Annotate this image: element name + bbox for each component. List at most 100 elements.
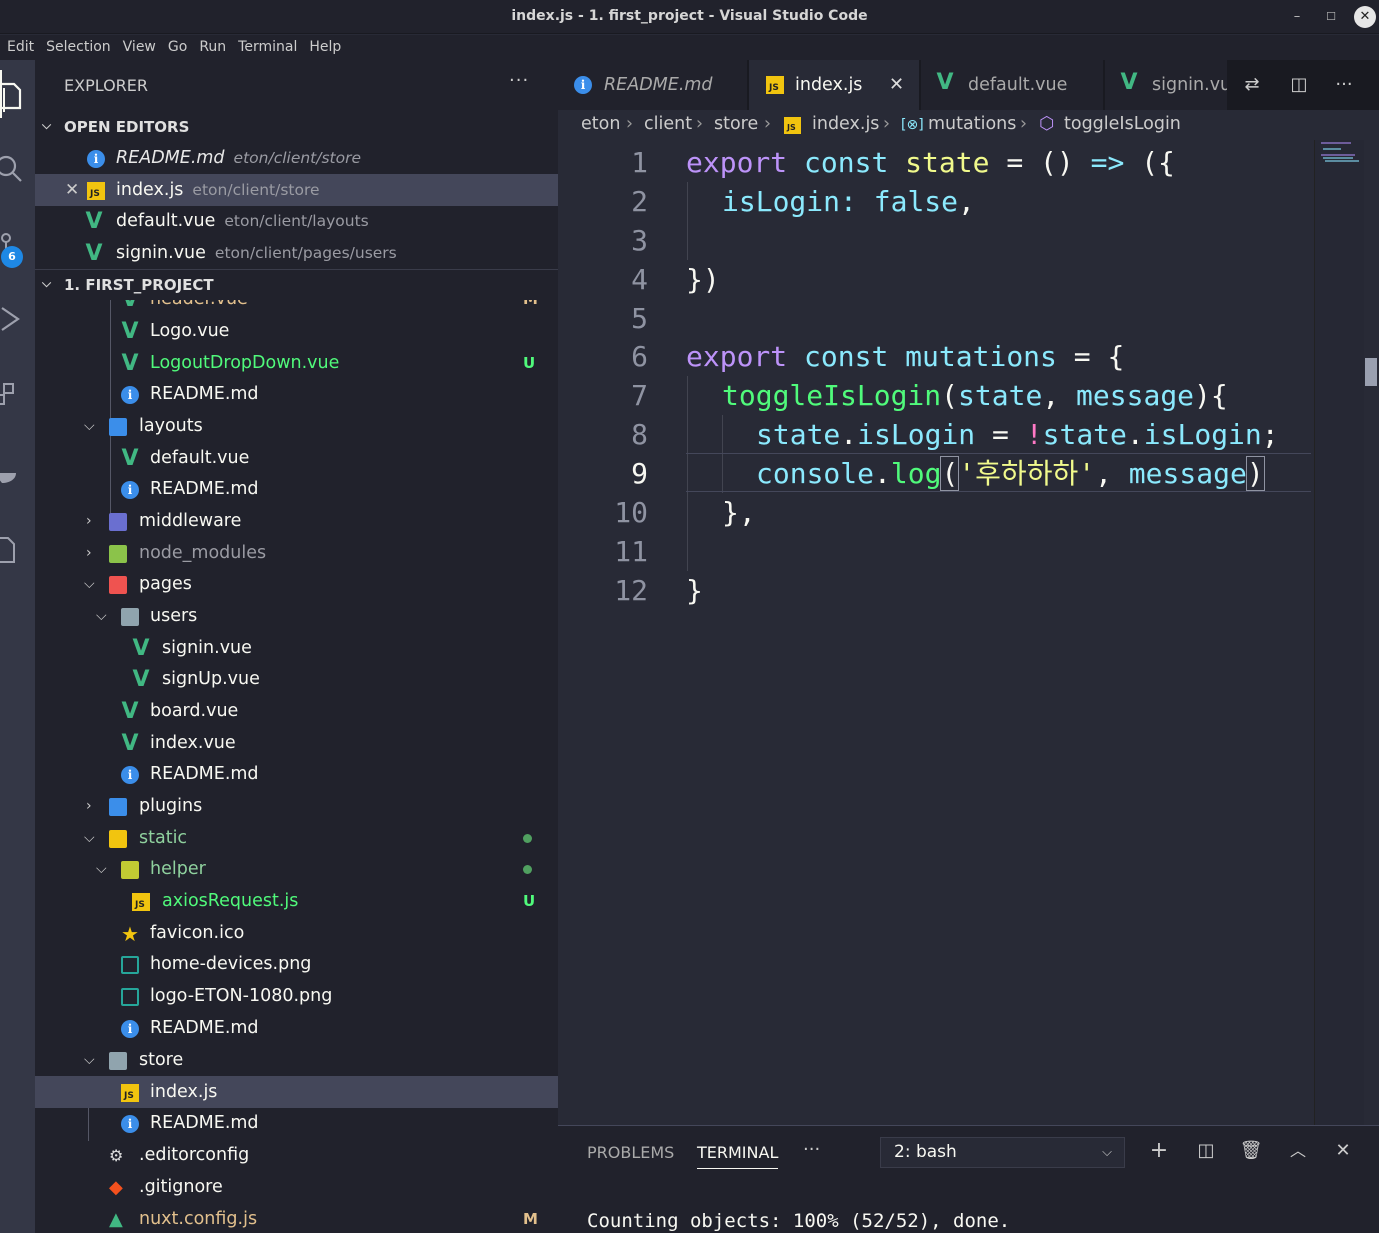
tree-item[interactable]: ▲ nuxt.config.js M (35, 1203, 558, 1233)
tree-item[interactable]: V header.vue M (35, 300, 558, 315)
tree-item[interactable]: V signin.vue (35, 632, 558, 664)
trash-icon[interactable]: 🗑 (1238, 1138, 1264, 1164)
tree-item[interactable]: ★ favicon.ico (35, 917, 558, 949)
menu-help[interactable]: Help (309, 35, 341, 60)
explorer-sidebar: EXPLORER ··· ⌵ OPEN EDITORS i README.md e… (35, 60, 558, 1233)
tree-item-label: .gitignore (139, 1177, 223, 1197)
close-window-button[interactable]: ✕ (1354, 6, 1376, 28)
tree-folder[interactable]: › node_modules (35, 537, 558, 569)
minimize-button[interactable]: – (1286, 6, 1308, 28)
tree-folder[interactable]: › plugins (35, 790, 558, 822)
breadcrumb-item[interactable]: index.js (812, 114, 879, 134)
code-editor[interactable]: 1 2 3 4 5 6 7 8 9 10 11 12 export const … (558, 140, 1379, 1125)
tab-signin-vue[interactable]: V signin.vu (1105, 60, 1228, 110)
split-editor-icon[interactable]: ◫ (1287, 73, 1311, 97)
tree-folder[interactable]: ⌵ helper (35, 853, 558, 885)
tree-item[interactable]: V signUp.vue (35, 663, 558, 695)
search-activity[interactable] (0, 142, 35, 192)
menu-run[interactable]: Run (199, 35, 226, 60)
activity-bar: 6 (0, 60, 35, 1233)
tree-item[interactable]: ◆ .gitignore (35, 1171, 558, 1203)
tree-item[interactable]: ⚙ .editorconfig (35, 1139, 558, 1171)
split-terminal-icon[interactable]: ◫ (1193, 1138, 1219, 1164)
tree-item[interactable]: JS axiosRequest.js U (35, 885, 558, 917)
terminal-select[interactable]: 2: bash ⌵ (880, 1137, 1125, 1168)
tree-item-label: nuxt.config.js (139, 1209, 258, 1229)
open-editor-name: README.md (116, 148, 225, 168)
tree-item[interactable]: V LogoutDropDown.vue U (35, 347, 558, 379)
menu-go[interactable]: Go (168, 35, 187, 60)
open-editor-item[interactable]: i README.md eton/client/store (35, 142, 558, 174)
close-panel-icon[interactable]: ✕ (1330, 1138, 1356, 1164)
line-number: 4 (631, 263, 648, 296)
close-editor-icon[interactable]: ✕ (65, 174, 79, 206)
open-editors-header[interactable]: ⌵ OPEN EDITORS (35, 114, 558, 142)
tree-item-label: home-devices.png (150, 954, 312, 974)
source-control-activity[interactable]: 6 (0, 220, 35, 270)
tree-item[interactable]: i README.md (35, 378, 558, 410)
terminal-output[interactable]: Counting objects: 100% (52/52), done. (587, 1210, 1010, 1232)
extensions-activity[interactable] (0, 368, 35, 418)
vue-icon: V (1120, 70, 1138, 95)
plugins-folder-icon (109, 798, 127, 816)
menu-selection[interactable]: Selection (46, 35, 111, 60)
tree-item[interactable]: i README.md (35, 1012, 558, 1044)
tree-item-active[interactable]: JS index.js (35, 1076, 558, 1108)
tree-item[interactable]: i README.md (35, 473, 558, 505)
tab-problems[interactable]: PROBLEMS (587, 1143, 674, 1162)
tree-folder[interactable]: ⌵ pages (35, 568, 558, 600)
minimap[interactable] (1314, 140, 1364, 1125)
breadcrumb: eton › client › store › JS index.js › [⊗… (558, 110, 1379, 140)
tree-item[interactable]: i README.md (35, 758, 558, 790)
breadcrumb-item[interactable]: eton (581, 114, 620, 134)
tree-item[interactable]: logo-ETON-1080.png (35, 980, 558, 1012)
tree-folder[interactable]: ⌵ users (35, 600, 558, 632)
menu-terminal[interactable]: Terminal (238, 35, 297, 60)
tab-default-vue[interactable]: V default.vue (921, 60, 1104, 110)
tree-item[interactable]: home-devices.png (35, 948, 558, 980)
chevron-up-icon[interactable]: ︿ (1285, 1138, 1311, 1164)
breadcrumb-item[interactable]: mutations (928, 114, 1016, 134)
maximize-button[interactable]: ☐ (1320, 6, 1342, 28)
breadcrumb-item[interactable]: store (714, 114, 758, 134)
menu-edit[interactable]: Edit (7, 35, 34, 60)
chevron-down-icon: ⌵ (84, 1052, 95, 1068)
open-editor-item-active[interactable]: ✕ JS index.js eton/client/store (35, 174, 558, 206)
tree-item[interactable]: V Logo.vue (35, 315, 558, 347)
menu-view[interactable]: View (123, 35, 156, 60)
breadcrumb-item[interactable]: toggleIsLogin (1064, 114, 1181, 134)
tree-folder[interactable]: ⌵ layouts (35, 410, 558, 442)
breadcrumb-item[interactable]: client (644, 114, 692, 134)
tab-readme[interactable]: i README.md (558, 60, 748, 110)
remote-explorer-activity[interactable] (0, 522, 35, 572)
close-tab-button[interactable]: ✕ (889, 60, 904, 110)
project-header[interactable]: ⌵ 1. FIRST_PROJECT (35, 272, 558, 300)
editor-scrollbar[interactable] (1364, 140, 1379, 1125)
tab-terminal[interactable]: TERMINAL (697, 1143, 779, 1169)
tree-item-label: favicon.ico (150, 923, 245, 943)
tab-index-js[interactable]: JS index.js ✕ (749, 60, 920, 110)
new-terminal-icon[interactable]: + (1146, 1138, 1172, 1164)
explorer-activity[interactable] (0, 70, 35, 120)
open-editor-item[interactable]: V signin.vue eton/client/pages/users (35, 237, 558, 269)
run-activity[interactable] (0, 292, 35, 342)
chevron-down-icon: ⌵ (96, 861, 107, 877)
docker-activity[interactable] (0, 445, 35, 495)
explorer-more-button[interactable]: ··· (509, 70, 529, 91)
tree-item[interactable]: V default.vue (35, 442, 558, 474)
folder-icon (121, 608, 139, 626)
panel-more-button[interactable]: ··· (803, 1139, 820, 1160)
scrollbar-thumb[interactable] (1365, 358, 1377, 386)
tree-folder[interactable]: ⌵ store (35, 1044, 558, 1076)
js-icon: JS (121, 1084, 139, 1102)
open-editor-item[interactable]: V default.vue eton/client/layouts (35, 205, 558, 237)
tree-item[interactable]: V index.vue (35, 727, 558, 759)
compare-changes-icon[interactable]: ⇄ (1240, 73, 1264, 97)
editor-more-button[interactable]: ··· (1332, 73, 1356, 97)
info-icon: i (121, 386, 139, 404)
tree-folder[interactable]: › middleware (35, 505, 558, 537)
tree-item[interactable]: V board.vue (35, 695, 558, 727)
tree-folder[interactable]: ⌵ static (35, 822, 558, 854)
tree-item[interactable]: i README.md (35, 1107, 558, 1139)
git-status-badge: U (523, 892, 536, 910)
